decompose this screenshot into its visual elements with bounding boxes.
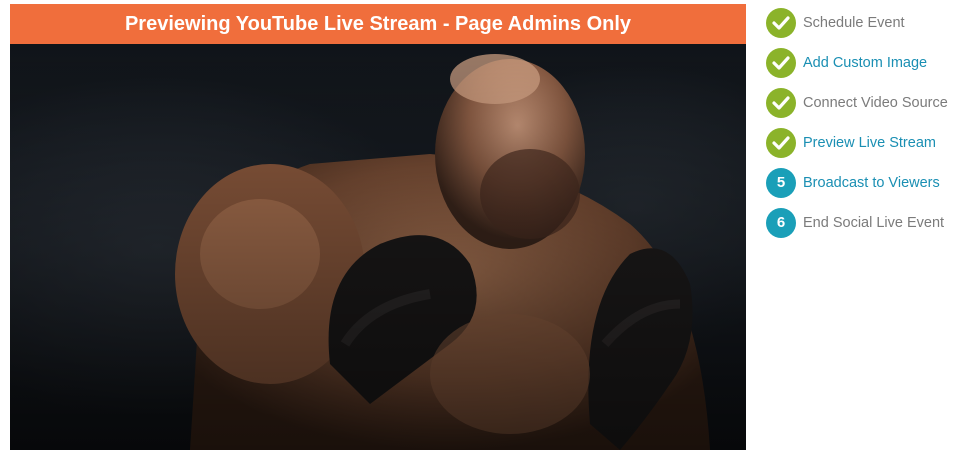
step-link-preview-live-stream[interactable]: Preview Live Stream (803, 128, 936, 158)
step-end-social-live-event: 6 End Social Live Event (766, 208, 962, 238)
step-complete-marker (766, 88, 796, 118)
step-number-badge: 6 (766, 208, 796, 238)
checkmark-icon (772, 56, 790, 70)
checkmark-icon (772, 136, 790, 150)
step-schedule-event[interactable]: Schedule Event (766, 8, 962, 38)
step-add-custom-image[interactable]: Add Custom Image (766, 48, 962, 78)
step-label: End Social Live Event (803, 215, 945, 231)
step-link-broadcast-to-viewers[interactable]: Broadcast to Viewers (803, 168, 940, 198)
preview-banner-title: Previewing YouTube Live Stream - Page Ad… (10, 4, 746, 44)
step-label: Connect Video Source (803, 95, 948, 111)
step-broadcast-to-viewers[interactable]: 5 Broadcast to Viewers (766, 168, 962, 198)
step-number-badge: 5 (766, 168, 796, 198)
step-preview-live-stream[interactable]: Preview Live Stream (766, 128, 962, 158)
step-link-add-custom-image[interactable]: Add Custom Image (803, 48, 927, 78)
step-connect-video-source[interactable]: Connect Video Source (766, 88, 962, 118)
event-steps-list: Schedule Event Add Custom Image Connect … (766, 8, 962, 248)
step-label: Schedule Event (803, 15, 905, 31)
step-complete-marker (766, 8, 796, 38)
video-frame-image (10, 44, 746, 450)
live-stream-preview: Previewing YouTube Live Stream - Page Ad… (10, 4, 746, 450)
checkmark-icon (772, 96, 790, 110)
checkmark-icon (772, 16, 790, 30)
video-player[interactable] (10, 44, 746, 450)
step-complete-marker (766, 128, 796, 158)
step-complete-marker (766, 48, 796, 78)
